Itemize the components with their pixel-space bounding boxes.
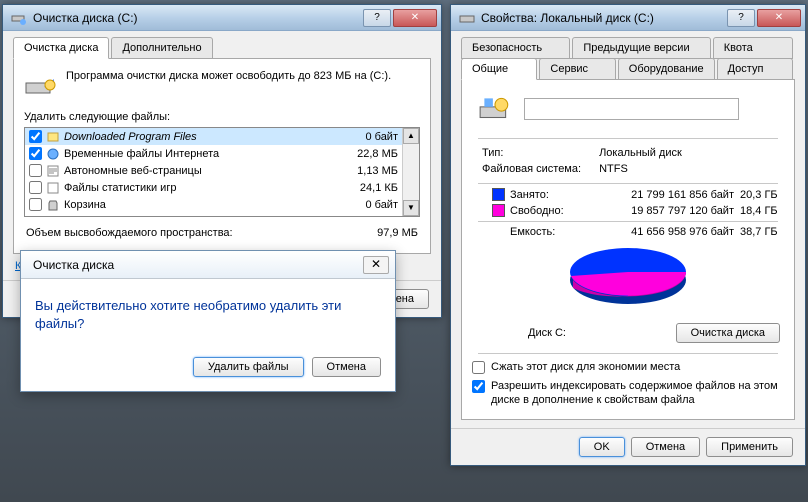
compress-label: Сжать этот диск для экономии места [491,361,680,373]
compress-checkbox[interactable] [472,361,485,374]
drive-icon [24,69,56,101]
tab-access[interactable]: Доступ [717,58,793,80]
tab-prev-versions[interactable]: Предыдущие версии [572,37,710,59]
type-value: Локальный диск [599,147,774,159]
dialog-message: Вы действительно хотите необратимо удали… [35,297,381,333]
file-icon [46,181,60,195]
disk-label: Диск C: [528,327,566,339]
dialog-close-icon[interactable]: ✕ [363,256,389,274]
file-checkbox[interactable] [29,147,42,160]
free-label: Свободно: [510,205,590,217]
file-size: 1,13 МБ [328,165,398,177]
confirm-dialog: Очистка диска ✕ Вы действительно хотите … [20,250,396,392]
file-list: Downloaded Program Files0 байтВременные … [24,127,420,217]
file-row[interactable]: Корзина0 байт [25,196,402,213]
file-size: 0 байт [328,199,398,211]
dialog-titlebar[interactable]: Очистка диска ✕ [21,251,395,279]
scroll-up-icon[interactable]: ▲ [403,128,419,144]
fs-value: NTFS [599,163,774,175]
scrollbar[interactable]: ▲ ▼ [402,128,419,216]
file-row[interactable]: Файлы статистики игр24,1 КБ [25,179,402,196]
tab-service[interactable]: Сервис [539,58,615,80]
capacity-label: Емкость: [510,226,590,238]
file-size: 22,8 МБ [328,148,398,160]
index-label: Разрешить индексировать содержимое файло… [491,380,784,408]
file-row[interactable]: Downloaded Program Files0 байт [25,128,402,145]
fs-label: Файловая система: [482,163,581,175]
file-row[interactable]: Временные файлы Интернета22,8 МБ [25,145,402,162]
scroll-down-icon[interactable]: ▼ [403,200,419,216]
drive-large-icon [478,92,512,126]
file-row[interactable]: Автономные веб-страницы1,13 МБ [25,162,402,179]
cancel-button[interactable]: Отмена [631,437,700,457]
tab-security[interactable]: Безопасность [461,37,570,59]
capacity-gb: 38,7 ГБ [740,226,800,238]
help-button[interactable]: ? [727,9,755,27]
used-label: Занято: [510,189,590,201]
tab-general[interactable]: Общие [461,58,537,80]
help-button[interactable]: ? [363,9,391,27]
tab-cleanup[interactable]: Очистка диска [13,37,109,59]
file-checkbox[interactable] [29,130,42,143]
file-icon [46,147,60,161]
file-icon [46,164,60,178]
tab-more[interactable]: Дополнительно [111,37,212,59]
intro-text: Программа очистки диска может освободить… [66,69,391,83]
drive-cleanup-icon [11,10,27,26]
used-gb: 20,3 ГБ [740,189,800,201]
gain-label: Объем высвобождаемого пространства: [26,227,233,239]
close-button[interactable]: ✕ [393,9,437,27]
file-name: Корзина [64,199,328,211]
delete-label: Удалить следующие файлы: [24,111,420,123]
free-gb: 18,4 ГБ [740,205,800,217]
file-name: Файлы статистики игр [64,182,328,194]
apply-button[interactable]: Применить [706,437,793,457]
free-bytes: 19 857 797 120 байт [590,205,740,217]
titlebar[interactable]: Свойства: Локальный диск (C:) ? ✕ [451,5,805,31]
cleanup-button[interactable]: Очистка диска [676,323,780,343]
file-checkbox[interactable] [29,198,42,211]
file-name: Временные файлы Интернета [64,148,328,160]
file-icon [46,130,60,144]
window-title: Очистка диска (C:) [33,11,363,25]
drive-properties-window: Свойства: Локальный диск (C:) ? ✕ Безопа… [450,4,806,466]
file-size: 24,1 КБ [328,182,398,194]
window-title: Свойства: Локальный диск (C:) [481,11,727,25]
tab-hardware[interactable]: Оборудование [618,58,715,80]
file-name: Автономные веб-страницы [64,165,328,177]
titlebar[interactable]: Очистка диска (C:) ? ✕ [3,5,441,31]
file-size: 0 байт [328,131,398,143]
drive-name-input[interactable] [524,98,739,120]
dialog-cancel-button[interactable]: Отмена [312,357,381,377]
index-checkbox[interactable] [472,380,485,393]
close-button[interactable]: ✕ [757,9,801,27]
gain-value: 97,9 МБ [377,227,418,239]
file-icon [46,198,60,212]
tab-quota[interactable]: Квота [713,37,793,59]
usage-pie-chart [563,244,693,310]
ok-button[interactable]: OK [579,437,625,457]
file-name: Downloaded Program Files [64,131,328,143]
drive-icon [459,10,475,26]
dialog-title: Очистка диска [33,258,363,272]
type-label: Тип: [482,147,581,159]
delete-files-button[interactable]: Удалить файлы [193,357,304,377]
used-bytes: 21 799 161 856 байт [590,189,740,201]
used-swatch [492,188,505,201]
file-checkbox[interactable] [29,181,42,194]
free-swatch [492,204,505,217]
capacity-bytes: 41 656 958 976 байт [590,226,740,238]
file-checkbox[interactable] [29,164,42,177]
